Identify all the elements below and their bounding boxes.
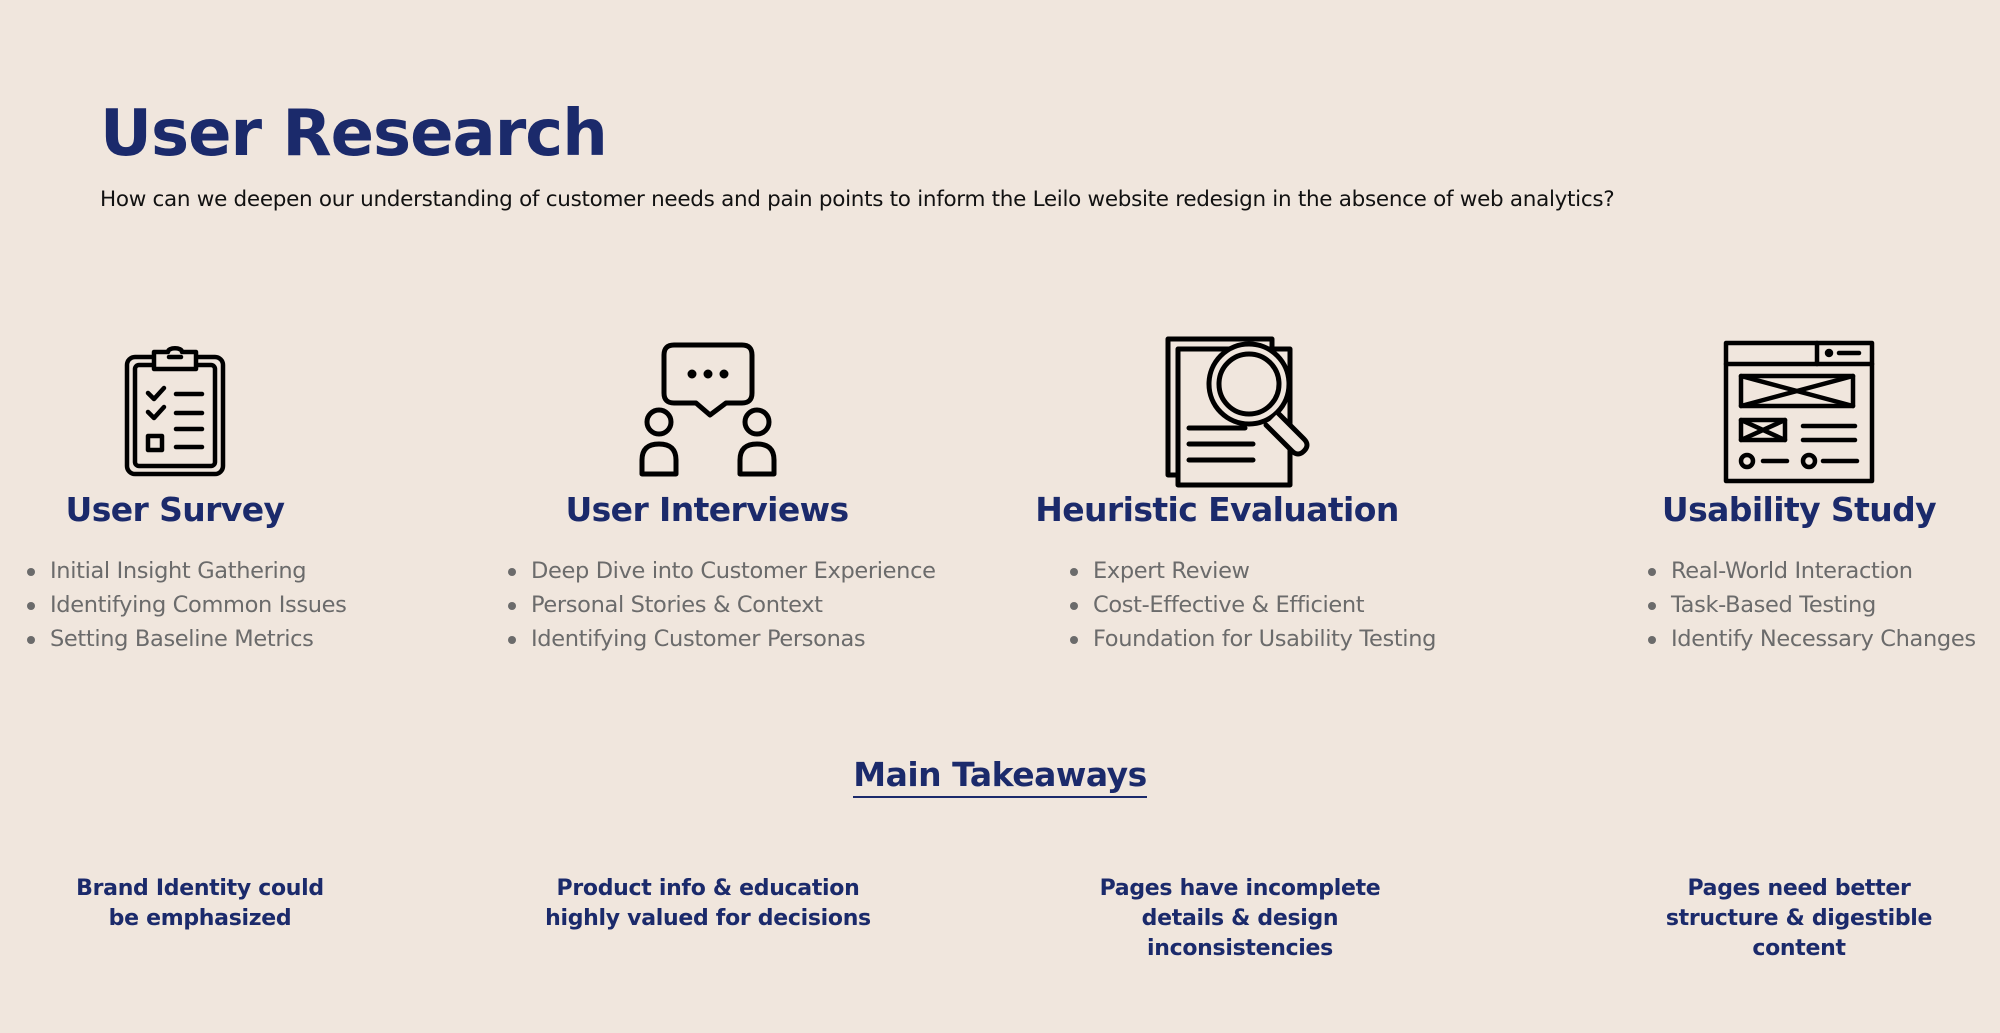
list-item: Identify Necessary Changes — [1648, 622, 1976, 656]
method-bullets-user-interviews: Deep Dive into Customer Experience Perso… — [508, 554, 936, 656]
takeaways-heading-text: Main Takeaways — [853, 755, 1147, 798]
method-bullets-user-survey: Initial Insight Gathering Identifying Co… — [27, 554, 347, 656]
clipboard-checklist-icon — [124, 345, 226, 477]
list-item: Foundation for Usability Testing — [1070, 622, 1436, 656]
takeaway-item: Pages have incomplete details & design i… — [1099, 876, 1381, 961]
method-bullets-heuristic-evaluation: Expert Review Cost-Effective & Efficient… — [1070, 554, 1436, 656]
takeaway-item: Pages need better structure & digestible… — [1665, 876, 1933, 961]
list-item: Identifying Common Issues — [27, 588, 347, 622]
list-item: Identifying Customer Personas — [508, 622, 936, 656]
list-item: Setting Baseline Metrics — [27, 622, 347, 656]
takeaway-item: Product info & education highly valued f… — [545, 876, 871, 931]
list-item: Task-Based Testing — [1648, 588, 1976, 622]
wireframe-browser-icon — [1723, 340, 1875, 484]
page-subtitle: How can we deepen our understanding of c… — [100, 187, 1615, 212]
method-title-usability-study: Usability Study — [1661, 490, 1937, 529]
takeaway-item: Brand Identity could be emphasized — [76, 876, 324, 931]
method-bullets-usability-study: Real-World Interaction Task-Based Testin… — [1648, 554, 1976, 656]
list-item: Initial Insight Gathering — [27, 554, 347, 588]
method-title-user-interviews: User Interviews — [565, 490, 849, 529]
people-chat-icon — [638, 342, 778, 478]
method-title-user-survey: User Survey — [65, 490, 286, 529]
takeaways-heading: Main Takeaways — [0, 755, 2000, 798]
user-research-page: User Research How can we deepen our unde… — [0, 0, 2000, 1033]
list-item: Real-World Interaction — [1648, 554, 1976, 588]
list-item: Expert Review — [1070, 554, 1436, 588]
list-item: Personal Stories & Context — [508, 588, 936, 622]
list-item: Deep Dive into Customer Experience — [508, 554, 936, 588]
list-item: Cost-Effective & Efficient — [1070, 588, 1436, 622]
document-magnifier-icon — [1165, 336, 1317, 488]
page-title: User Research — [100, 97, 608, 171]
method-title-heuristic-evaluation: Heuristic Evaluation — [1035, 490, 1399, 529]
